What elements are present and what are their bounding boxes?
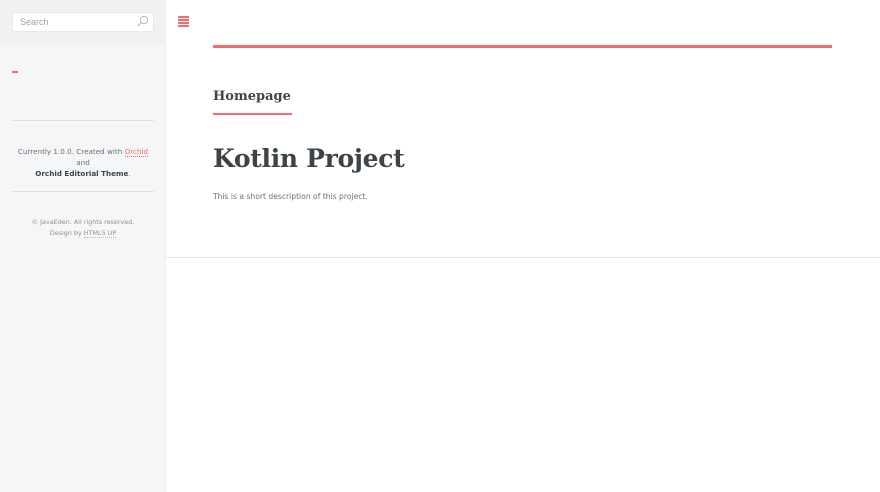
html5up-link[interactable]: HTML5 UP: [83, 229, 117, 238]
header-accent-rule: [213, 45, 832, 48]
section-underline: [213, 113, 292, 115]
version-prefix: Currently 1.0.0. Created with: [17, 147, 123, 156]
version-info: Currently 1.0.0. Created with Orchid and…: [12, 146, 154, 179]
page-title: Kotlin Project: [213, 144, 405, 173]
sidebar-divider: [12, 120, 154, 121]
design-prefix: Design by: [49, 229, 82, 237]
sidebar: Currently 1.0.0. Created with Orchid and…: [0, 0, 166, 492]
search-section: [0, 0, 166, 44]
and-text: and: [76, 158, 90, 167]
section-label: Homepage: [213, 89, 291, 104]
design-credit: Design by HTML5 UP: [12, 228, 154, 239]
main-divider: [166, 257, 880, 258]
page-description: This is a short description of this proj…: [213, 192, 368, 201]
period: .: [128, 169, 131, 178]
menu-accent-mark: [12, 71, 18, 73]
copyright-text: © JavaEden. All rights reserved.: [31, 218, 135, 226]
search-input[interactable]: [12, 12, 154, 32]
theme-name: Orchid Editorial Theme: [35, 169, 129, 178]
orchid-link[interactable]: Orchid: [124, 147, 149, 157]
copyright-info: © JavaEden. All rights reserved. Design …: [12, 217, 154, 239]
sidebar-divider: [12, 191, 154, 192]
search-icon[interactable]: [137, 15, 149, 27]
hamburger-menu-icon[interactable]: [178, 16, 189, 27]
